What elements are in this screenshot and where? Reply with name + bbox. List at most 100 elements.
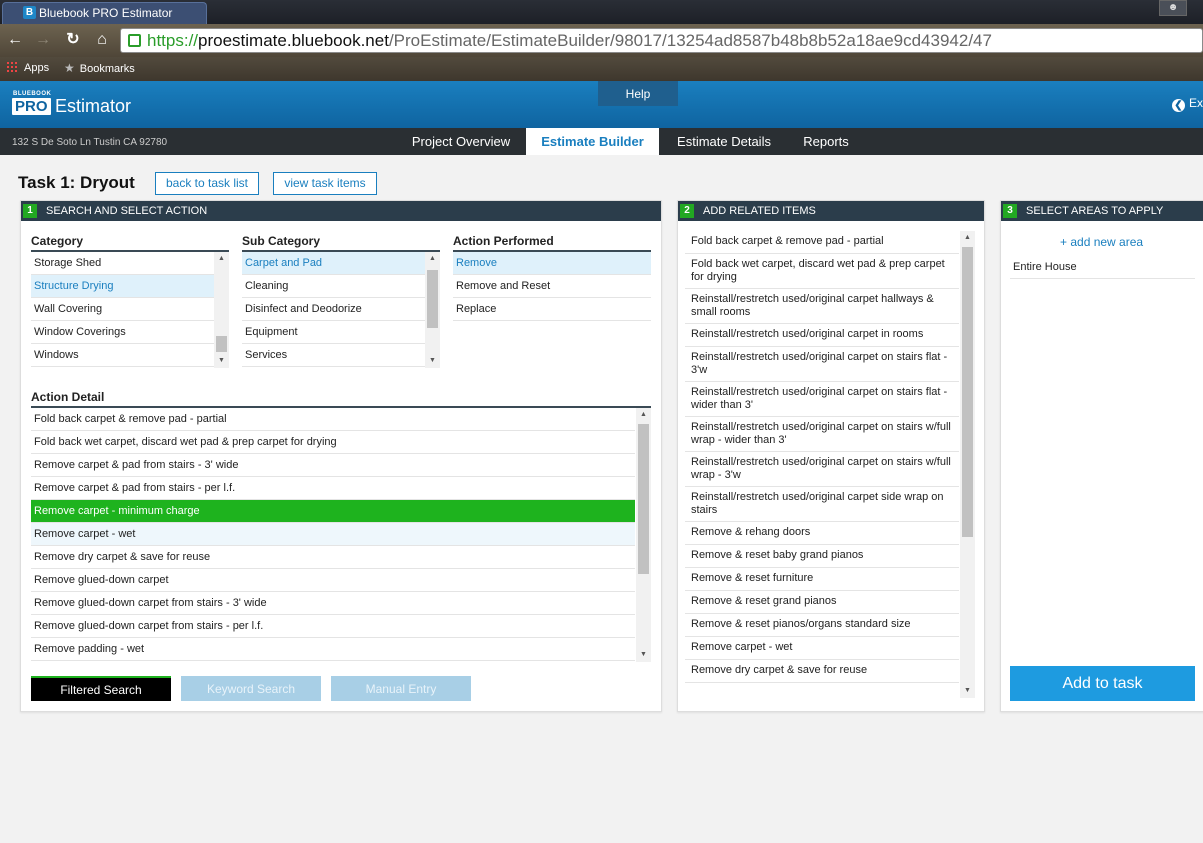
app-header: BLUEBOOK PRO Estimator Help ❮ Ex <box>0 81 1203 128</box>
related-items-scrollbar[interactable]: ▲ ▼ <box>960 231 975 698</box>
subcategory-item[interactable]: Equipment <box>242 321 425 344</box>
related-item[interactable]: Fold back carpet & remove pad - partial <box>685 231 959 254</box>
action-detail-item[interactable]: Remove glued-down carpet from stairs - p… <box>31 615 635 638</box>
panel-1-header: 1 SEARCH AND SELECT ACTION <box>21 201 661 221</box>
view-task-items-button[interactable]: view task items <box>273 172 377 195</box>
lock-icon <box>128 34 141 47</box>
star-icon: ★ <box>64 61 75 75</box>
scroll-up-icon[interactable]: ▲ <box>636 408 651 422</box>
step-3-badge: 3 <box>1003 204 1017 218</box>
action-detail-item[interactable]: Fold back wet carpet, discard wet pad & … <box>31 431 635 454</box>
apps-bookmark[interactable]: Apps <box>6 61 49 75</box>
tab-estimate-details[interactable]: Estimate Details <box>662 128 786 155</box>
address-bar[interactable]: https://proestimate.bluebook.net/ProEsti… <box>120 28 1203 53</box>
action-detail-item-selected[interactable]: Remove carpet - minimum charge <box>31 500 635 523</box>
related-item[interactable]: Remove carpet - wet <box>685 637 959 660</box>
category-item[interactable]: Wall Covering <box>31 298 214 321</box>
scroll-up-icon[interactable]: ▲ <box>214 252 229 266</box>
action-detail-title: Action Detail <box>31 390 105 404</box>
action-detail-item[interactable]: Remove carpet & pad from stairs - per l.… <box>31 477 635 500</box>
action-detail-list[interactable]: Fold back carpet & remove pad - partial … <box>31 406 651 662</box>
home-icon[interactable]: ⌂ <box>93 31 111 49</box>
related-item[interactable]: Reinstall/restretch used/original carpet… <box>685 452 959 487</box>
action-item[interactable]: Replace <box>453 298 651 321</box>
subcategory-item[interactable]: Services <box>242 344 425 367</box>
user-profile-icon[interactable]: ☻ <box>1159 0 1187 16</box>
scroll-down-icon[interactable]: ▼ <box>636 648 651 662</box>
bookmarks-folder[interactable]: ★ Bookmarks <box>64 61 135 76</box>
related-item[interactable]: Remove & reset grand pianos <box>685 591 959 614</box>
browser-tab[interactable]: B Bluebook PRO Estimator <box>2 2 207 24</box>
category-title: Category <box>31 234 84 248</box>
action-detail-scrollbar[interactable]: ▲ ▼ <box>636 408 651 662</box>
related-item[interactable]: Fold back wet carpet, discard wet pad & … <box>685 254 959 289</box>
tab-project-overview[interactable]: Project Overview <box>398 128 524 155</box>
action-detail-item[interactable]: Remove padding - wet <box>31 638 635 661</box>
help-button[interactable]: Help <box>598 81 678 106</box>
scroll-down-icon[interactable]: ▼ <box>425 354 440 368</box>
category-item[interactable]: Windows <box>31 344 214 367</box>
action-detail-item[interactable]: Remove glued-down carpet from stairs - 3… <box>31 592 635 615</box>
scroll-down-icon[interactable]: ▼ <box>960 684 975 698</box>
category-scrollbar[interactable]: ▲ ▼ <box>214 252 229 368</box>
logo-bluebook-text: BLUEBOOK <box>13 91 52 97</box>
task-title: Task 1: Dryout <box>18 173 135 192</box>
related-item[interactable]: Reinstall/restretch used/original carpet… <box>685 417 959 452</box>
reload-icon[interactable]: ↻ <box>64 31 82 49</box>
related-item[interactable]: Reinstall/restretch used/original carpet… <box>685 324 959 347</box>
back-to-task-list-button[interactable]: back to task list <box>155 172 259 195</box>
scroll-thumb[interactable] <box>427 270 438 328</box>
related-item[interactable]: Reinstall/restretch used/original carpet… <box>685 347 959 382</box>
subcategory-list[interactable]: Carpet and Pad Cleaning Disinfect and De… <box>242 250 440 368</box>
related-item[interactable]: Reinstall/restretch used/original carpet… <box>685 382 959 417</box>
scroll-down-icon[interactable]: ▼ <box>214 354 229 368</box>
filtered-search-tab[interactable]: Filtered Search <box>31 676 171 701</box>
subcategory-title: Sub Category <box>242 234 321 248</box>
action-item-selected[interactable]: Remove <box>453 252 651 275</box>
category-item[interactable]: Storage Shed <box>31 252 214 275</box>
category-item[interactable]: Window Coverings <box>31 321 214 344</box>
forward-arrow-icon[interactable]: → <box>34 31 52 49</box>
add-new-area-link[interactable]: + add new area <box>1060 235 1143 249</box>
step-2-badge: 2 <box>680 204 694 218</box>
action-detail-item[interactable]: Remove carpet & pad from stairs - 3' wid… <box>31 454 635 477</box>
action-detail-item[interactable]: Fold back carpet & remove pad - partial <box>31 408 635 431</box>
add-related-items-panel: 2 ADD RELATED ITEMS Fold back carpet & r… <box>677 200 985 712</box>
related-item[interactable]: Reinstall/restretch used/original carpet… <box>685 289 959 324</box>
panel-3-title: SELECT AREAS TO APPLY <box>1026 205 1164 217</box>
scroll-thumb[interactable] <box>216 336 227 352</box>
related-item[interactable]: Remove dry carpet & save for reuse <box>685 660 959 683</box>
add-to-task-button[interactable]: Add to task <box>1010 666 1195 701</box>
related-items-list[interactable]: Fold back carpet & remove pad - partial … <box>685 231 975 698</box>
subcategory-item-selected[interactable]: Carpet and Pad <box>242 252 425 275</box>
scroll-up-icon[interactable]: ▲ <box>960 231 975 245</box>
related-item[interactable]: Remove & rehang doors <box>685 522 959 545</box>
action-detail-item[interactable]: Remove dry carpet & save for reuse <box>31 546 635 569</box>
action-performed-list[interactable]: Remove Remove and Reset Replace <box>453 250 651 322</box>
action-detail-item-hover[interactable]: Remove carpet - wet <box>31 523 635 546</box>
scroll-thumb[interactable] <box>962 247 973 537</box>
keyword-search-tab[interactable]: Keyword Search <box>181 676 321 701</box>
tab-estimate-builder[interactable]: Estimate Builder <box>526 128 659 155</box>
action-detail-item[interactable]: Remove glued-down carpet <box>31 569 635 592</box>
exit-button[interactable]: ❮ Ex <box>1171 96 1203 112</box>
subcategory-scrollbar[interactable]: ▲ ▼ <box>425 252 440 368</box>
area-item[interactable]: Entire House <box>1010 258 1195 279</box>
related-item[interactable]: Remove & reset baby grand pianos <box>685 545 959 568</box>
subcategory-item[interactable]: Disinfect and Deodorize <box>242 298 425 321</box>
manual-entry-tab[interactable]: Manual Entry <box>331 676 471 701</box>
scroll-up-icon[interactable]: ▲ <box>425 252 440 266</box>
action-item[interactable]: Remove and Reset <box>453 275 651 298</box>
back-arrow-icon[interactable]: ← <box>6 31 24 49</box>
scroll-thumb[interactable] <box>638 424 649 574</box>
related-item[interactable]: Remove & reset pianos/organs standard si… <box>685 614 959 637</box>
panel-3-header: 3 SELECT AREAS TO APPLY <box>1001 201 1203 221</box>
browser-toolbar: ← → ↻ ⌂ https://proestimate.bluebook.net… <box>0 24 1203 57</box>
related-item[interactable]: Reinstall/restretch used/original carpet… <box>685 487 959 522</box>
bookmarks-bar: Apps ★ Bookmarks <box>0 57 1203 81</box>
tab-reports[interactable]: Reports <box>788 128 864 155</box>
category-item-selected[interactable]: Structure Drying <box>31 275 214 298</box>
subcategory-item[interactable]: Cleaning <box>242 275 425 298</box>
category-list[interactable]: Storage Shed Structure Drying Wall Cover… <box>31 250 229 368</box>
related-item[interactable]: Remove & reset furniture <box>685 568 959 591</box>
